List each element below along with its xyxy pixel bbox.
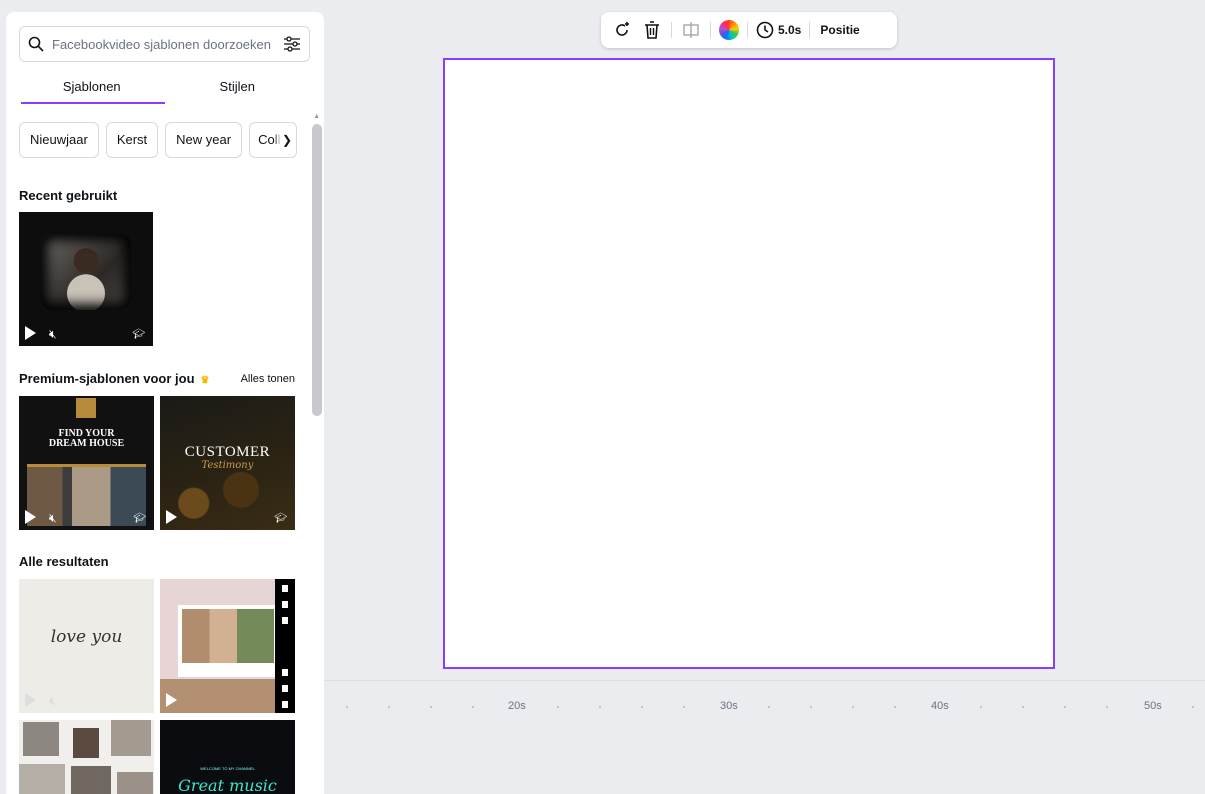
torn-paper: [160, 679, 275, 713]
template-music-text: Great music: [178, 776, 277, 794]
side-panel: Facebookvideo sjablonen doorzoeken Sjabl…: [6, 12, 324, 794]
tick-dot: [557, 706, 559, 708]
graduation-cap-icon: 🎓︎: [133, 513, 146, 524]
template-photo-film[interactable]: [160, 579, 295, 713]
tick-dot: [599, 706, 601, 708]
timeline-label-30s: 30s: [720, 700, 738, 712]
tick-dot: [1022, 706, 1024, 708]
section-premium-title: Premium-sjablonen voor jou ♛: [19, 371, 210, 386]
tick-dot: [430, 706, 432, 708]
polaroid-photo: [178, 605, 278, 677]
panel-scrollbar-thumb[interactable]: [312, 124, 322, 416]
play-icon[interactable]: [25, 510, 36, 524]
tick-dot: [1192, 706, 1194, 708]
search-input[interactable]: Facebookvideo sjablonen doorzoeken: [19, 26, 310, 62]
tick-dot: [852, 706, 854, 708]
element-toolbar: 5.0s Positie: [601, 12, 897, 48]
section-premium-label: Premium-sjablonen voor jou: [19, 371, 195, 386]
template-photo: [41, 234, 131, 310]
template-house-line2: DREAM HOUSE: [48, 438, 125, 449]
play-icon[interactable]: [25, 326, 36, 340]
tab-styles[interactable]: Stijlen: [165, 74, 311, 108]
tick-dot: [1106, 706, 1108, 708]
tick-dot: [894, 706, 896, 708]
design-canvas[interactable]: [443, 58, 1055, 669]
template-house-text: FIND YOUR DREAM HOUSE: [19, 429, 154, 449]
tick-dot: [683, 706, 685, 708]
template-music-small: WELCOME TO MY CHANNEL: [200, 766, 255, 771]
section-recent-title: Recent gebruikt: [19, 188, 118, 203]
toolbar-divider: [710, 22, 711, 38]
duration-button[interactable]: 5.0s: [756, 21, 801, 39]
play-icon[interactable]: [25, 693, 36, 707]
template-great-music[interactable]: WELCOME TO MY CHANNEL Great music: [160, 720, 295, 794]
template-recent-woman[interactable]: 🔇︎ 🎓︎: [19, 212, 153, 346]
section-all-results-title: Alle resultaten: [19, 554, 109, 569]
mute-icon[interactable]: 🔇︎: [49, 511, 57, 526]
toolbar-divider: [671, 22, 672, 38]
timeline-label-20s: 20s: [508, 700, 526, 712]
film-strip: [275, 579, 295, 713]
filter-icon[interactable]: [283, 36, 301, 52]
mute-icon[interactable]: 🔇︎: [49, 327, 57, 342]
panel-scroll-area: Nieuwjaar Kerst New year Colle ❯ Recent g…: [6, 108, 324, 794]
timeline-ruler[interactable]: 20s 30s 40s 50s: [324, 680, 1205, 794]
chevron-right-icon[interactable]: ❯: [274, 123, 293, 157]
clock-icon: [756, 21, 774, 39]
tick-dot: [1064, 706, 1066, 708]
tick-dot: [641, 706, 643, 708]
play-icon[interactable]: [166, 693, 177, 707]
see-all-link[interactable]: Alles tonen: [241, 373, 295, 385]
template-customer-sub: Testimony: [201, 460, 254, 471]
toolbar-divider: [747, 22, 748, 38]
panel-tabs: Sjablonen Stijlen: [19, 74, 310, 108]
chip-new-year[interactable]: New year: [165, 122, 243, 158]
graduation-cap-icon: 🎓︎: [132, 329, 145, 340]
chip-colle[interactable]: Colle ❯: [249, 122, 298, 158]
template-room-image: [27, 464, 146, 526]
category-chips: Nieuwjaar Kerst New year Colle ❯: [19, 122, 298, 158]
timeline-label-40s: 40s: [931, 700, 949, 712]
tab-templates[interactable]: Sjablonen: [19, 74, 165, 108]
search-placeholder: Facebookvideo sjablonen doorzoeken: [52, 36, 271, 52]
tick-dot: [388, 706, 390, 708]
tick-dot: [768, 706, 770, 708]
template-customer-testimony[interactable]: CUSTOMER Testimony 🎓︎: [160, 396, 295, 530]
graduation-cap-icon: 🎓︎: [274, 513, 287, 524]
tick-dot: [810, 706, 812, 708]
play-icon[interactable]: [166, 510, 177, 524]
color-icon[interactable]: [719, 20, 739, 40]
crown-icon: ♛: [200, 375, 210, 386]
toolbar-divider: [809, 22, 811, 38]
regenerate-icon[interactable]: [611, 19, 633, 41]
chip-kerst[interactable]: Kerst: [105, 122, 159, 158]
trash-icon[interactable]: [641, 19, 663, 41]
tick-dot: [346, 706, 348, 708]
duration-value: 5.0s: [778, 23, 802, 37]
mute-icon[interactable]: 🔇︎: [49, 694, 57, 709]
template-dream-house[interactable]: FIND YOUR DREAM HOUSE 🔇︎ 🎓︎: [19, 396, 154, 530]
timeline-label-50s: 50s: [1144, 700, 1162, 712]
template-love-text: love you: [50, 627, 123, 647]
search-icon: [28, 36, 44, 52]
template-customer-title: CUSTOMER: [184, 444, 271, 460]
template-photo-collage[interactable]: [19, 720, 154, 794]
position-button[interactable]: Positie: [820, 23, 859, 37]
scroll-up-icon[interactable]: ▲: [313, 113, 320, 120]
template-love-you[interactable]: love you 🔇︎: [19, 579, 154, 713]
tick-dot: [980, 706, 982, 708]
chip-nieuwjaar[interactable]: Nieuwjaar: [19, 122, 99, 158]
tick-dot: [472, 706, 474, 708]
split-icon[interactable]: [680, 19, 702, 41]
house-logo: [76, 398, 96, 418]
